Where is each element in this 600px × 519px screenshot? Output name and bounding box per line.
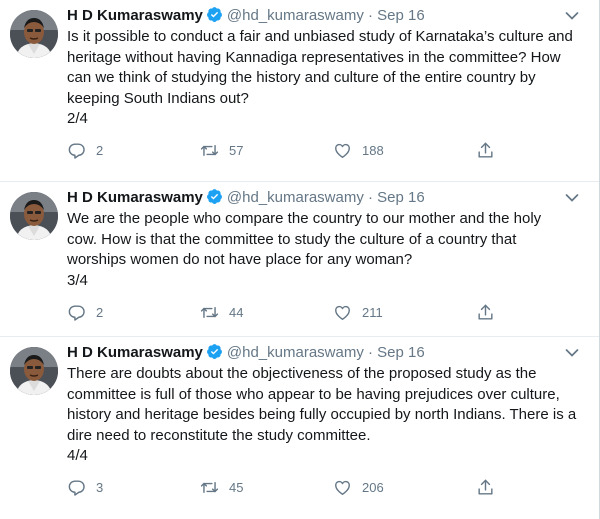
author-handle[interactable]: @hd_kumaraswamy xyxy=(227,189,364,206)
heart-icon xyxy=(333,141,352,160)
tweet-date[interactable]: · Sep 16 xyxy=(368,189,425,206)
avatar[interactable] xyxy=(10,10,58,58)
tweet-actions: 3 45 206 xyxy=(67,478,497,498)
tweet-text-line: keeping South Indians out? xyxy=(67,89,249,107)
tweet-text-line: We are the people who compare the countr… xyxy=(67,210,542,227)
retweet-arrows-icon xyxy=(200,303,219,322)
like-count: 188 xyxy=(362,143,384,158)
tweet-date[interactable]: · Sep 16 xyxy=(368,344,425,361)
tweet-text-line: cow. How is that the committee to study … xyxy=(67,230,517,248)
retweet-count: 45 xyxy=(229,480,244,495)
tweet-text: Is it possible to conduct a fair and unb… xyxy=(67,27,587,130)
tweet-text-line: history and heritage besides being fully… xyxy=(67,406,577,423)
share-upload-icon xyxy=(476,141,495,160)
share-button[interactable] xyxy=(476,302,495,322)
share-button[interactable] xyxy=(476,478,495,498)
tweet-text-line: 3/4 xyxy=(67,271,88,289)
like-button[interactable]: 188 xyxy=(333,141,384,161)
verified-badge-icon xyxy=(206,343,223,360)
tweet-header: H D Kumaraswamy @hd_kumaraswamy · Sep 16 xyxy=(67,6,425,26)
share-button[interactable] xyxy=(476,141,495,161)
author-name[interactable]: H D Kumaraswamy xyxy=(67,344,203,361)
reply-count: 2 xyxy=(96,143,104,158)
retweet-arrows-icon xyxy=(200,478,219,497)
tweet-actions: 2 57 188 xyxy=(67,141,497,161)
reply-button[interactable]: 2 xyxy=(67,302,103,322)
heart-icon xyxy=(333,303,352,322)
tweet-text-line: heritage without having Kannadiga repres… xyxy=(67,48,561,66)
tweet-text-line: committee is full of those who appear to… xyxy=(67,385,560,403)
retweet-button[interactable]: 45 xyxy=(200,478,243,498)
tweet-text-line: worships women do not have place for any… xyxy=(67,251,413,268)
tweet-text-line: There are doubts about the objectiveness… xyxy=(67,365,537,382)
tweet-text-line: dire need to reconstitute the study comm… xyxy=(67,426,371,444)
tweet-actions: 2 44 211 xyxy=(67,302,497,322)
heart-icon xyxy=(333,478,352,497)
verified-badge-icon xyxy=(206,188,223,205)
avatar[interactable] xyxy=(10,192,58,240)
tweet-text-line: 2/4 xyxy=(67,110,88,127)
share-upload-icon xyxy=(476,478,495,497)
like-button[interactable]: 211 xyxy=(333,302,383,322)
tweet-text: There are doubts about the objectiveness… xyxy=(67,364,587,467)
tweet-header: H D Kumaraswamy @hd_kumaraswamy · Sep 16 xyxy=(67,188,425,208)
tweet-text: We are the people who compare the countr… xyxy=(67,209,587,291)
reply-count: 2 xyxy=(96,304,104,320)
tweet-header: H D Kumaraswamy @hd_kumaraswamy · Sep 16 xyxy=(67,343,425,363)
speech-bubble-icon xyxy=(67,478,86,497)
tweet[interactable]: H D Kumaraswamy @hd_kumaraswamy · Sep 16 … xyxy=(0,182,599,337)
chevron-down-icon[interactable] xyxy=(565,345,579,357)
author-handle[interactable]: @hd_kumaraswamy xyxy=(227,7,364,24)
author-name[interactable]: H D Kumaraswamy xyxy=(67,189,203,206)
retweet-arrows-icon xyxy=(200,141,219,160)
retweet-button[interactable]: 57 xyxy=(200,141,243,161)
reply-count: 3 xyxy=(96,480,104,495)
like-count: 206 xyxy=(362,480,384,495)
avatar[interactable] xyxy=(10,347,58,395)
speech-bubble-icon xyxy=(67,141,86,160)
author-name[interactable]: H D Kumaraswamy xyxy=(67,7,203,24)
tweet-date[interactable]: · Sep 16 xyxy=(368,7,425,24)
like-button[interactable]: 206 xyxy=(333,478,384,498)
author-handle[interactable]: @hd_kumaraswamy xyxy=(227,344,364,361)
retweet-button[interactable]: 44 xyxy=(200,302,243,322)
verified-badge-icon xyxy=(206,6,223,23)
reply-button[interactable]: 3 xyxy=(67,478,103,498)
share-upload-icon xyxy=(476,303,495,322)
chevron-down-icon[interactable] xyxy=(565,190,579,202)
reply-button[interactable]: 2 xyxy=(67,141,103,161)
like-count: 211 xyxy=(362,304,383,320)
chevron-down-icon[interactable] xyxy=(565,8,579,20)
retweet-count: 57 xyxy=(229,143,244,158)
tweet[interactable]: H D Kumaraswamy @hd_kumaraswamy · Sep 16 … xyxy=(0,0,599,182)
tweet-text-line: can we think of studying the history and… xyxy=(67,69,536,86)
tweet-text-line: Is it possible to conduct a fair and unb… xyxy=(67,28,573,45)
speech-bubble-icon xyxy=(67,303,86,322)
tweet-text-line: 4/4 xyxy=(67,447,88,464)
retweet-count: 44 xyxy=(229,304,244,320)
tweet[interactable]: H D Kumaraswamy @hd_kumaraswamy · Sep 16 … xyxy=(0,337,599,519)
